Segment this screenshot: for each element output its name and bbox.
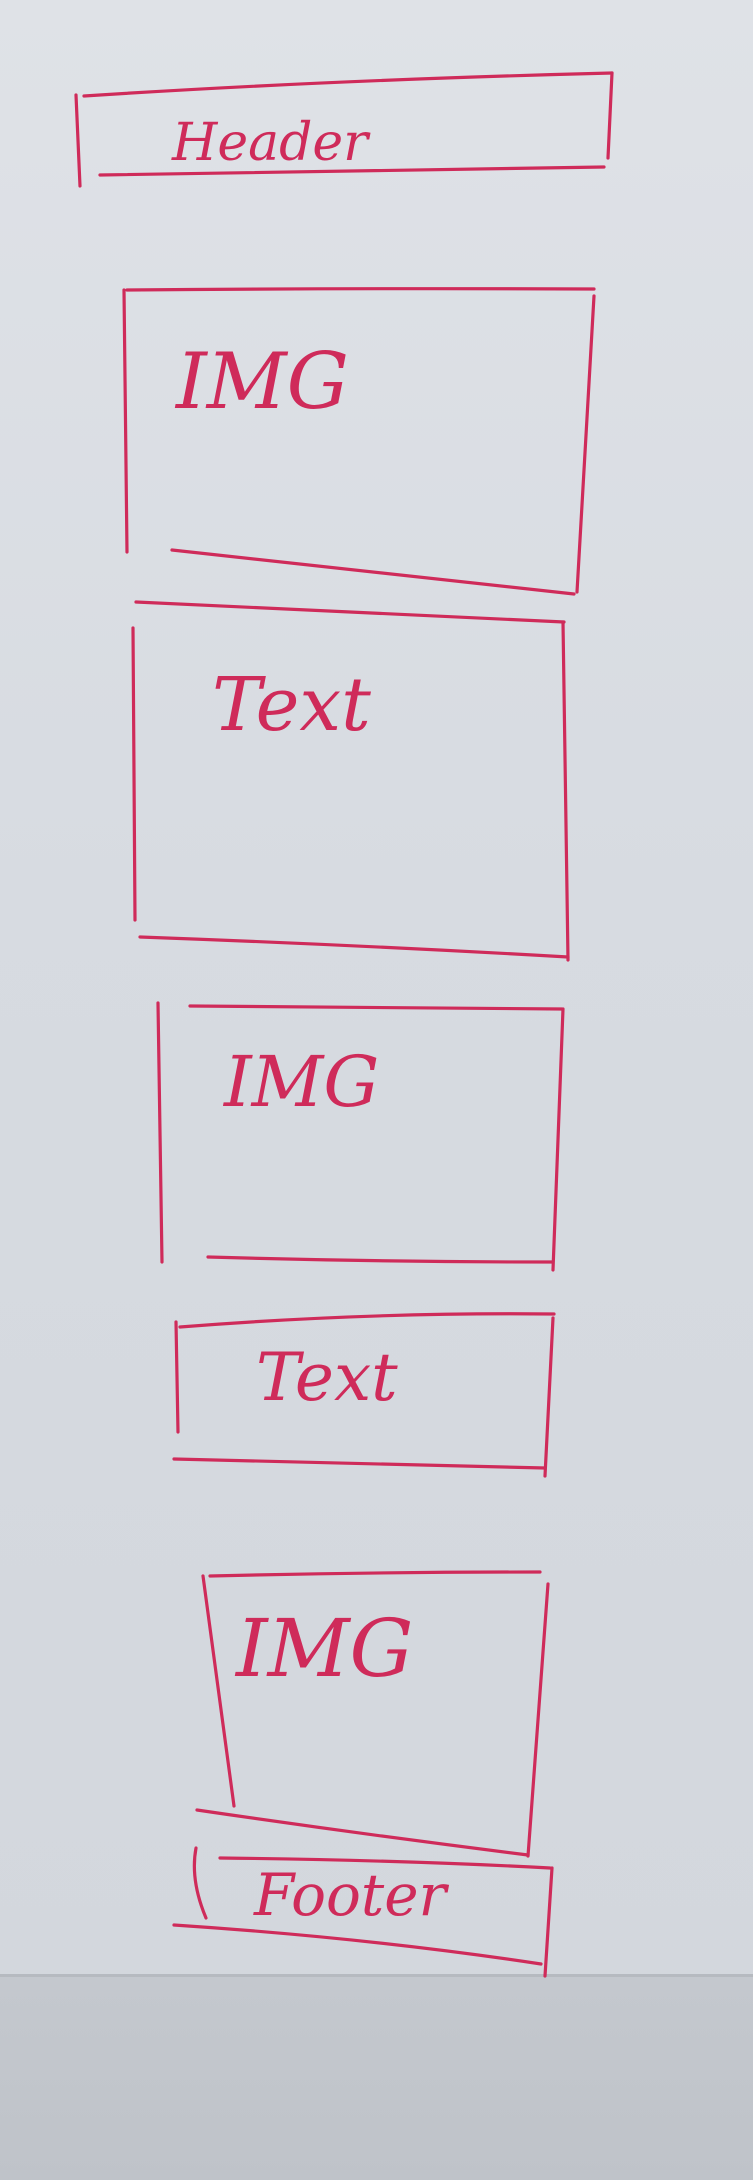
image-block-2: IMG [156, 1001, 565, 1272]
text-block-2-label: Text [256, 1339, 398, 1416]
image-block-1-label: IMG [174, 337, 349, 427]
image-block-2-label: IMG [222, 1041, 379, 1123]
header-box: Header [74, 71, 614, 188]
wireframe-sketch: Header IMG Text IMG Text IMG Footer [74, 71, 614, 1978]
text-block-1: Text [131, 600, 570, 962]
footer-box: Footer [172, 1846, 554, 1978]
text-block-1-label: Text [212, 662, 371, 748]
image-block-3: IMG [195, 1570, 550, 1858]
image-block-1: IMG [122, 287, 596, 596]
text-block-2: Text [172, 1312, 556, 1478]
image-block-3-label: IMG [234, 1602, 413, 1695]
header-label: Header [171, 113, 371, 173]
footer-label: Footer [253, 1861, 450, 1929]
